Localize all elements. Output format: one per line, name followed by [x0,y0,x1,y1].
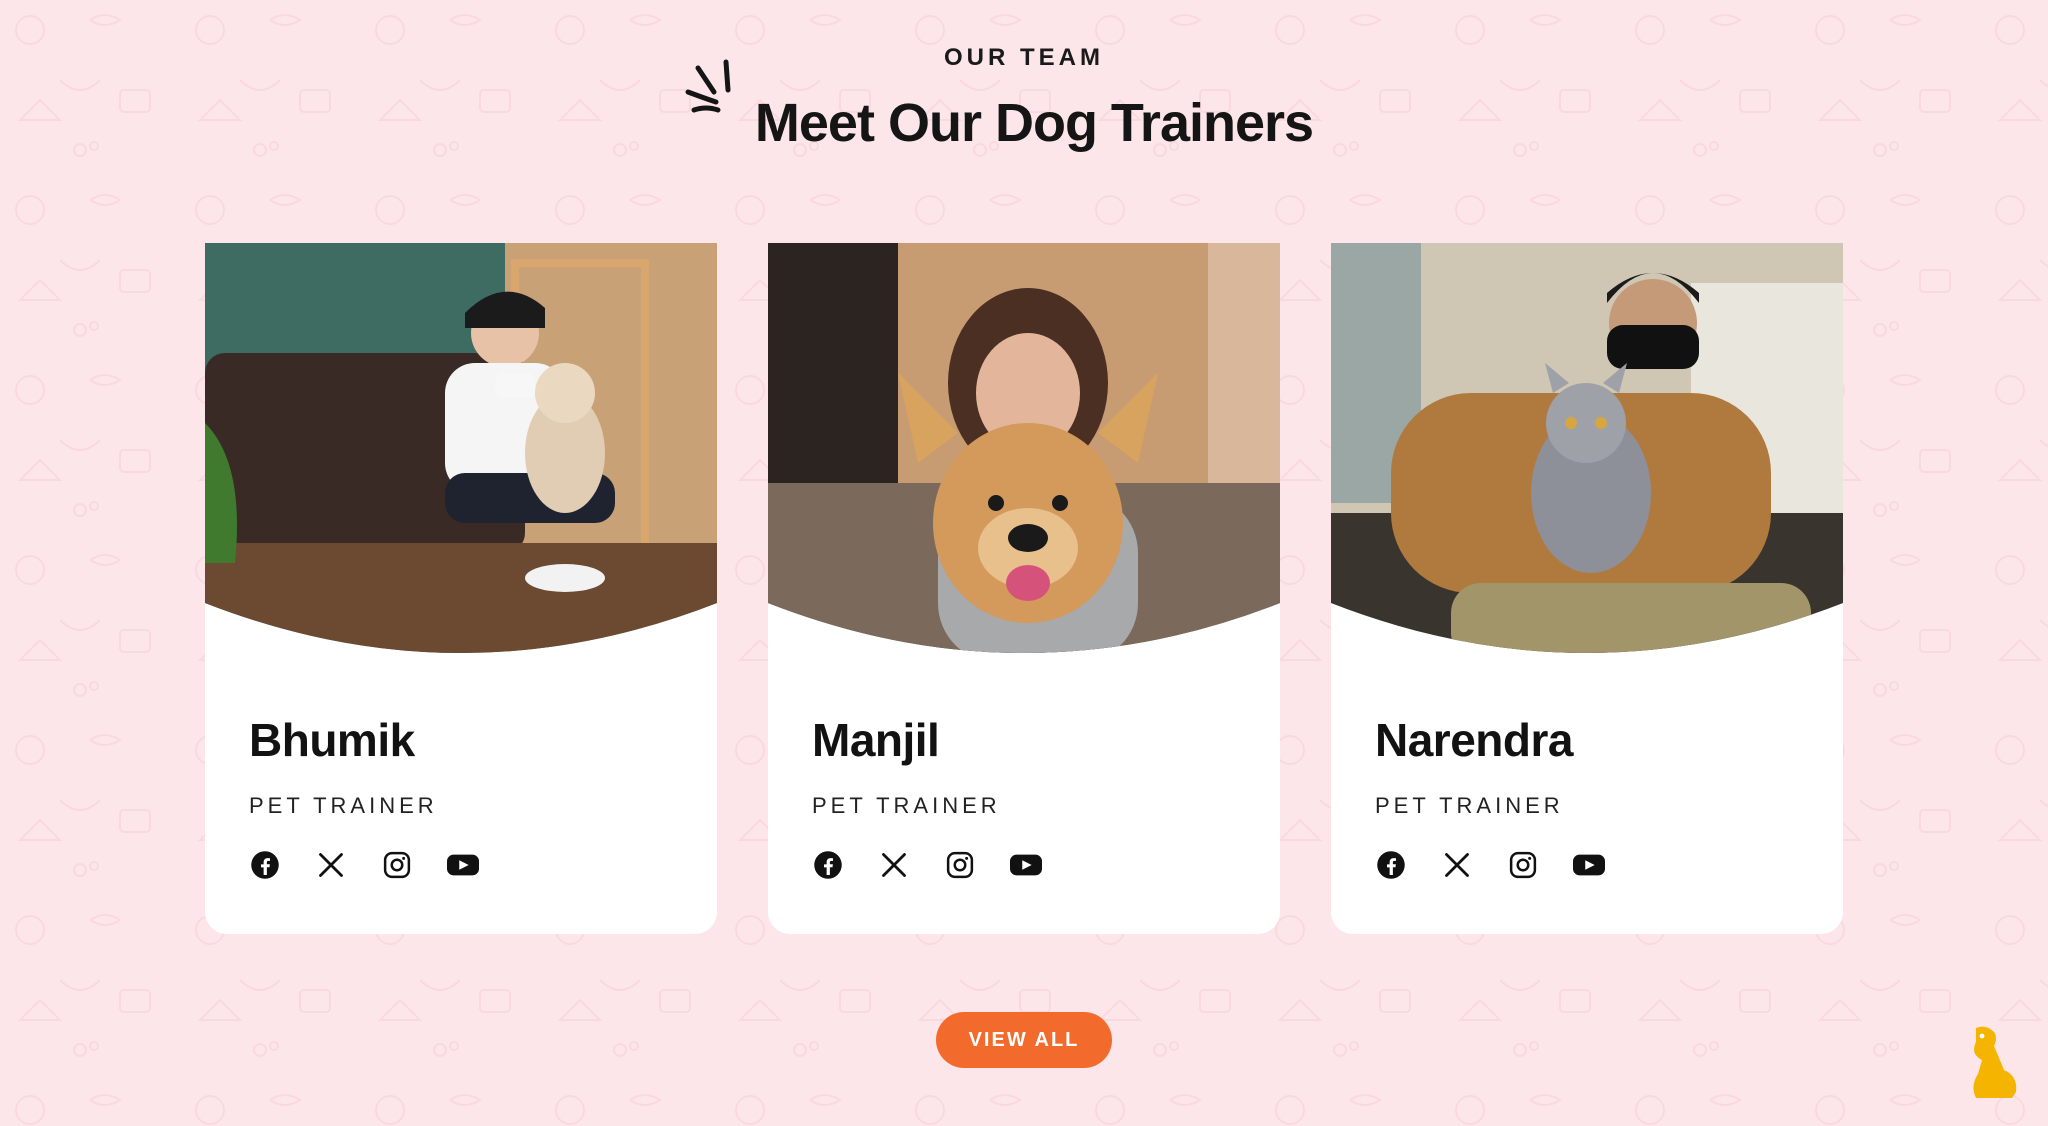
instagram-icon[interactable] [381,849,413,881]
trainer-photo [1331,243,1843,663]
view-all-button[interactable]: VIEW ALL [936,1012,1112,1068]
facebook-icon[interactable] [812,849,844,881]
social-links [249,849,479,881]
youtube-icon[interactable] [1010,849,1042,881]
section-title: Meet Our Dog Trainers [754,93,1314,153]
trainer-photo [768,243,1280,663]
youtube-icon[interactable] [1573,849,1605,881]
x-icon[interactable] [315,849,347,881]
section-eyebrow: OUR TEAM [944,44,1104,71]
trainer-card: Narendra PET TRAINER [1331,243,1843,934]
facebook-icon[interactable] [1375,849,1407,881]
trainer-name: Manjil [812,714,940,766]
trainer-role: PET TRAINER [249,793,438,818]
trainer-name: Bhumik [249,714,415,766]
trainer-role: PET TRAINER [1375,793,1564,818]
facebook-icon[interactable] [249,849,281,881]
instagram-icon[interactable] [944,849,976,881]
trainer-card: Bhumik PET TRAINER [205,243,717,934]
x-icon[interactable] [878,849,910,881]
trainer-card: Manjil PET TRAINER [768,243,1280,934]
instagram-icon[interactable] [1507,849,1539,881]
dog-mascot-icon[interactable] [1962,1024,2022,1100]
social-links [1375,849,1605,881]
trainer-cards: Bhumik PET TRAINER Manjil PET TRAINER Na… [205,243,1843,934]
youtube-icon[interactable] [447,849,479,881]
trainer-name: Narendra [1375,714,1573,766]
trainer-photo [205,243,717,663]
social-links [812,849,1042,881]
trainer-role: PET TRAINER [812,793,1001,818]
x-icon[interactable] [1441,849,1473,881]
